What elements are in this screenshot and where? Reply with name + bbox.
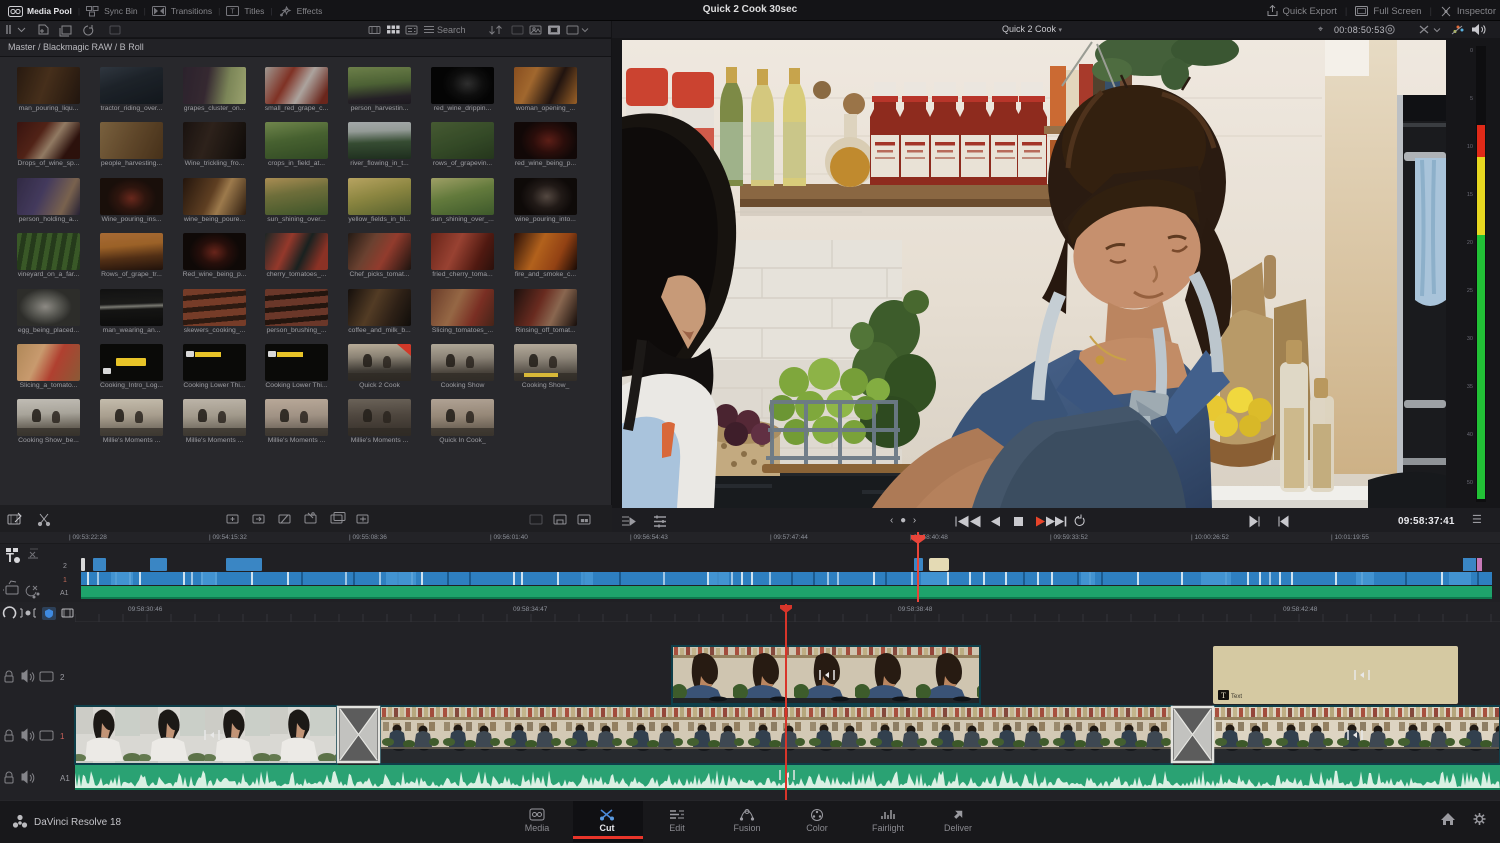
svg-text:25: 25 xyxy=(1467,288,1473,294)
svg-text:2: 2 xyxy=(63,563,67,570)
svg-text:T: T xyxy=(1221,691,1226,700)
svg-text:40: 40 xyxy=(1467,432,1473,438)
svg-text:A1: A1 xyxy=(60,590,69,597)
svg-text:Search: Search xyxy=(437,25,466,35)
svg-text:Text: Text xyxy=(1231,694,1242,700)
svg-text:1: 1 xyxy=(63,577,67,584)
svg-text:T: T xyxy=(6,550,14,565)
svg-text:20: 20 xyxy=(1467,240,1473,246)
svg-text:15: 15 xyxy=(1467,192,1473,198)
svg-text:0: 0 xyxy=(1470,48,1473,54)
svg-text:5: 5 xyxy=(1470,96,1473,102)
svg-text:30: 30 xyxy=(1467,336,1473,342)
svg-text:35: 35 xyxy=(1467,384,1473,390)
svg-text:■■: ■■ xyxy=(581,518,589,525)
svg-text:10: 10 xyxy=(1467,144,1473,150)
svg-text:T: T xyxy=(231,9,236,16)
svg-text:50: 50 xyxy=(1467,480,1473,486)
